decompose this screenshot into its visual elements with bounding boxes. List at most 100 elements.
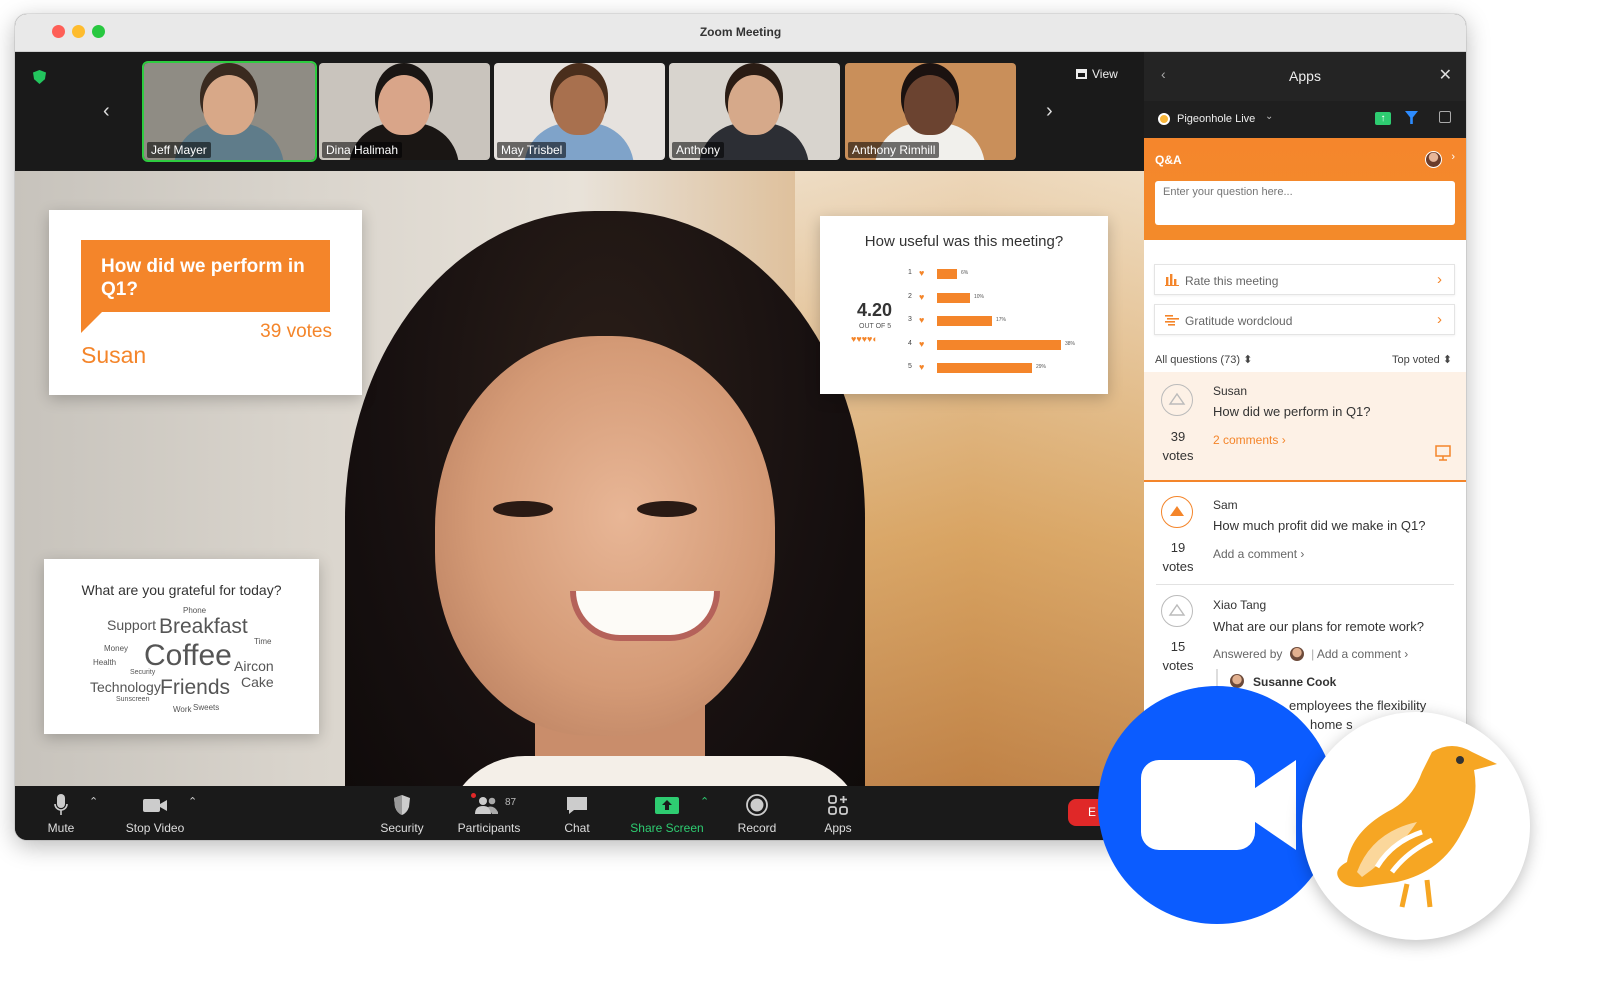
record-button[interactable]: Record: [734, 793, 780, 835]
participant-name: Anthony: [672, 142, 725, 158]
participant-name: May Trisbel: [497, 142, 567, 158]
participant-face: [553, 75, 605, 135]
question-votes: 39 votes: [260, 321, 332, 342]
apps-grid-icon: [828, 795, 848, 815]
qa-profile-chevron-icon[interactable]: ›: [1451, 151, 1455, 163]
participant-tile[interactable]: Anthony Rimhill: [845, 63, 1016, 160]
answer-author: Susanne Cook: [1253, 675, 1337, 689]
app-selector-bar: Pigeonhole Live ⌄ ↑: [1144, 101, 1466, 138]
question-author: Susan: [81, 342, 147, 368]
video-camera-icon: [143, 799, 167, 812]
wordcloud-title: What are you grateful for today?: [81, 582, 282, 598]
participant-name: Dina Halimah: [322, 142, 403, 158]
title-bar: Zoom Meeting: [15, 14, 1466, 52]
top-voted-label: Top voted: [1392, 354, 1440, 366]
present-on-screen-icon[interactable]: [1434, 444, 1452, 462]
participant-tile[interactable]: Anthony: [669, 63, 840, 160]
rate-meeting-row[interactable]: Rate this meeting ›: [1154, 264, 1455, 295]
close-icon[interactable]: ✕: [1439, 65, 1452, 85]
security-button[interactable]: Security: [378, 793, 426, 835]
upvote-triangle-icon: [1170, 506, 1184, 516]
word-work: Work: [173, 705, 192, 714]
word-cake: Cake: [241, 674, 274, 690]
comments-link[interactable]: 2 comments ›: [1213, 433, 1286, 447]
participant-face: [904, 75, 956, 135]
apps-button[interactable]: Apps: [820, 793, 856, 835]
audio-options-caret-icon[interactable]: ⌃: [89, 795, 98, 808]
main-video-stage: How did we perform in Q1? 39 votes Susan…: [15, 171, 1144, 786]
word-sweets: Sweets: [193, 703, 220, 712]
answerer-avatar: [1289, 647, 1304, 661]
rate-meeting-chevron-icon: ›: [1437, 271, 1442, 288]
record-icon: [746, 794, 768, 816]
vote-count: 19 votes: [1154, 538, 1202, 576]
word-support: Support: [107, 617, 157, 633]
participant-tile[interactable]: Jeff Mayer: [142, 61, 317, 162]
rating-percent: 17%: [996, 317, 1007, 323]
add-comment-label: Add a comment: [1213, 547, 1298, 561]
add-comment-link[interactable]: Add a comment ›: [1213, 547, 1304, 561]
mute-button[interactable]: Mute: [46, 793, 76, 835]
chat-label: Chat: [564, 821, 590, 835]
open-external-icon[interactable]: [1439, 111, 1451, 123]
encryption-shield-icon[interactable]: [33, 70, 46, 84]
rating-overlay-card: How useful was this meeting? 4.20 OUT OF…: [820, 216, 1108, 394]
stop-video-button[interactable]: Stop Video: [123, 793, 187, 835]
word-health: Health: [93, 658, 117, 667]
share-upload-icon[interactable]: ↑: [1375, 112, 1391, 125]
share-screen-button[interactable]: Share Screen: [629, 793, 705, 835]
all-questions-filter[interactable]: All questions (73) ⬍: [1155, 353, 1252, 366]
filmstrip-next-arrow-icon[interactable]: ›: [1046, 100, 1053, 123]
all-questions-label: All questions (73): [1155, 354, 1240, 366]
stop-video-label: Stop Video: [125, 821, 185, 835]
upvote-triangle-icon: [1168, 603, 1186, 616]
rating-heart-icon: ♥: [919, 362, 925, 372]
vote-number: 15: [1170, 639, 1186, 654]
view-button[interactable]: View: [1076, 67, 1118, 81]
chat-button[interactable]: Chat: [561, 793, 593, 835]
pigeonhole-app-icon: [1158, 113, 1170, 125]
qa-header: Q&A ›: [1144, 138, 1466, 240]
microphone-icon: [54, 794, 68, 815]
separator: |: [1311, 647, 1315, 661]
sort-updown-icon: ⬍: [1243, 354, 1253, 366]
speaker-shirt: [445, 756, 865, 786]
top-voted-sort[interactable]: Top voted ⬍: [1392, 353, 1452, 366]
app-name[interactable]: Pigeonhole Live: [1177, 113, 1255, 125]
participant-tile[interactable]: Dina Halimah: [319, 63, 490, 160]
apps-label: Apps: [824, 821, 852, 835]
filter-funnel-icon[interactable]: [1405, 111, 1418, 124]
word-phone: Phone: [183, 606, 207, 615]
security-label: Security: [380, 821, 424, 835]
participants-button[interactable]: 87 Participants: [456, 793, 522, 835]
zoom-camera-body-icon: [1141, 760, 1255, 850]
add-comment-label[interactable]: Add a comment: [1317, 647, 1401, 661]
word-breakfast: Breakfast: [159, 615, 248, 638]
rate-meeting-label: Rate this meeting: [1185, 274, 1279, 288]
question-item: 19 votes Sam How much profit did we make …: [1144, 484, 1466, 584]
upvote-button-active[interactable]: [1161, 496, 1193, 528]
word-technology: Technology: [90, 679, 161, 695]
rating-title: How useful was this meeting?: [864, 233, 1064, 250]
share-options-caret-icon[interactable]: ⌃: [700, 795, 709, 808]
word-money: Money: [104, 644, 129, 653]
vote-label: votes: [1162, 658, 1194, 673]
video-options-caret-icon[interactable]: ⌃: [188, 795, 197, 808]
rating-out-of: OUT OF 5: [859, 323, 892, 330]
question-input[interactable]: [1155, 181, 1455, 225]
upvote-button[interactable]: [1161, 384, 1193, 416]
question-author: Sam: [1213, 498, 1238, 512]
filmstrip-prev-arrow-icon[interactable]: ‹: [103, 100, 110, 123]
speaker-left-eye: [493, 501, 553, 517]
question-bubble: How did we perform in Q1?: [81, 240, 330, 312]
user-avatar[interactable]: [1425, 151, 1442, 168]
participant-tile[interactable]: May Trisbel: [494, 63, 665, 160]
gratitude-wordcloud-row[interactable]: Gratitude wordcloud ›: [1154, 304, 1455, 335]
zoom-logo: [1098, 686, 1336, 924]
upvote-button[interactable]: [1161, 595, 1193, 627]
word-coffee: Coffee: [144, 639, 232, 672]
rating-bar: [937, 292, 970, 303]
participants-count: 87: [505, 797, 517, 808]
add-comment-chevron-icon: ›: [1300, 547, 1305, 561]
app-dropdown-chevron-icon[interactable]: ⌄: [1265, 111, 1273, 122]
